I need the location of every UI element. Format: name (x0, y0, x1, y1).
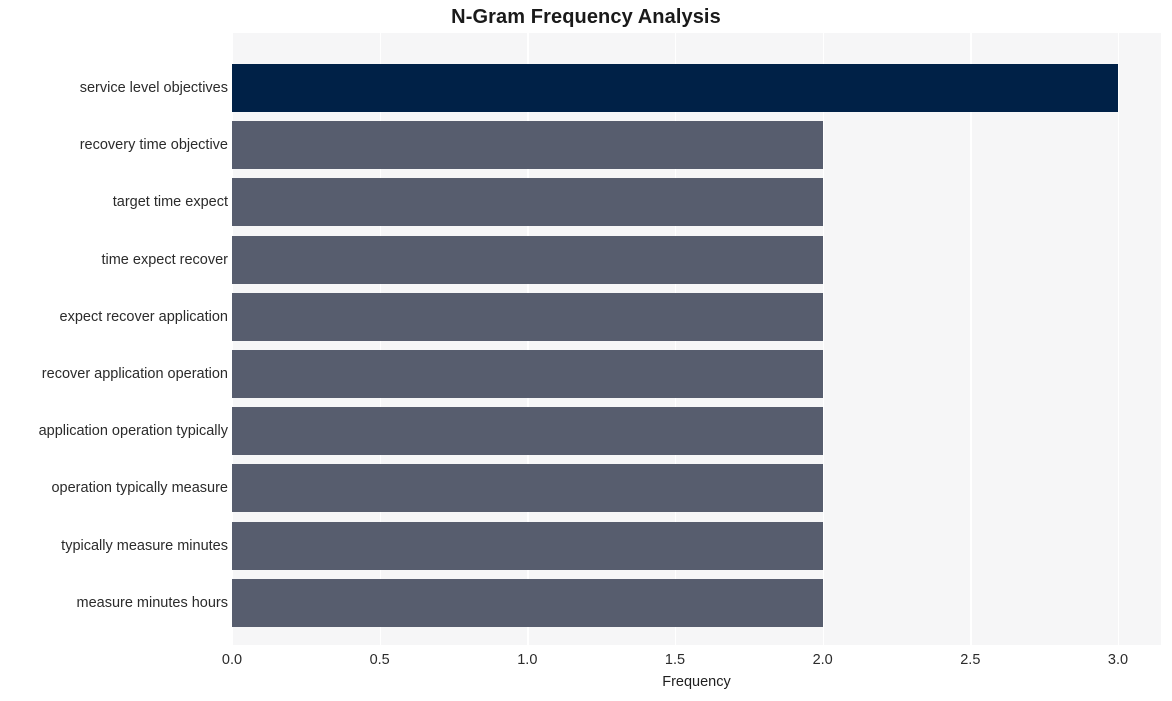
y-axis-label: expect recover application (59, 308, 228, 325)
x-axis-label: Frequency (662, 674, 731, 690)
y-axis-label: typically measure minutes (61, 537, 228, 554)
bar[interactable] (232, 292, 823, 341)
x-tick-label: 1.5 (664, 652, 686, 668)
y-axis-label: service level objectives (79, 80, 228, 96)
bar[interactable] (232, 350, 823, 398)
bar[interactable] (232, 64, 1118, 112)
x-tick-label: 1.0 (517, 652, 538, 668)
y-axis-label: recovery time objective (79, 137, 228, 154)
y-axis-label: operation typically measure (51, 480, 228, 497)
bar[interactable] (232, 407, 823, 456)
x-axis-tick-labels: 0.0 0.5 1.0 1.5 2.0 2.5 3.0 (0, 650, 1172, 672)
bar[interactable] (232, 235, 823, 284)
x-tick-label: 3.0 (1107, 652, 1129, 668)
chart-title: N-Gram Frequency Analysis (451, 6, 721, 28)
bar[interactable] (232, 578, 823, 627)
bar[interactable] (232, 178, 823, 227)
y-axis-label: target time expect (112, 194, 228, 211)
chart-figure: N-Gram Frequency Analysis service level … (0, 0, 1172, 701)
y-axis-label: time expect recover (101, 251, 228, 268)
bars-layer (232, 33, 1161, 645)
y-axis-category-labels: service level objectives recovery time ob… (0, 33, 228, 645)
y-axis-label: measure minutes hours (76, 594, 228, 611)
x-tick-label: 0.0 (221, 652, 243, 668)
plot-area (232, 33, 1161, 645)
y-axis-label: recover application operation (41, 366, 228, 382)
x-tick-label: 0.5 (369, 652, 390, 668)
x-tick-label: 2.0 (812, 652, 833, 668)
bar[interactable] (232, 121, 823, 170)
x-tick-label: 2.5 (960, 652, 981, 668)
bar[interactable] (232, 521, 823, 570)
y-axis-label: application operation typically (38, 423, 228, 440)
bar[interactable] (232, 464, 823, 513)
